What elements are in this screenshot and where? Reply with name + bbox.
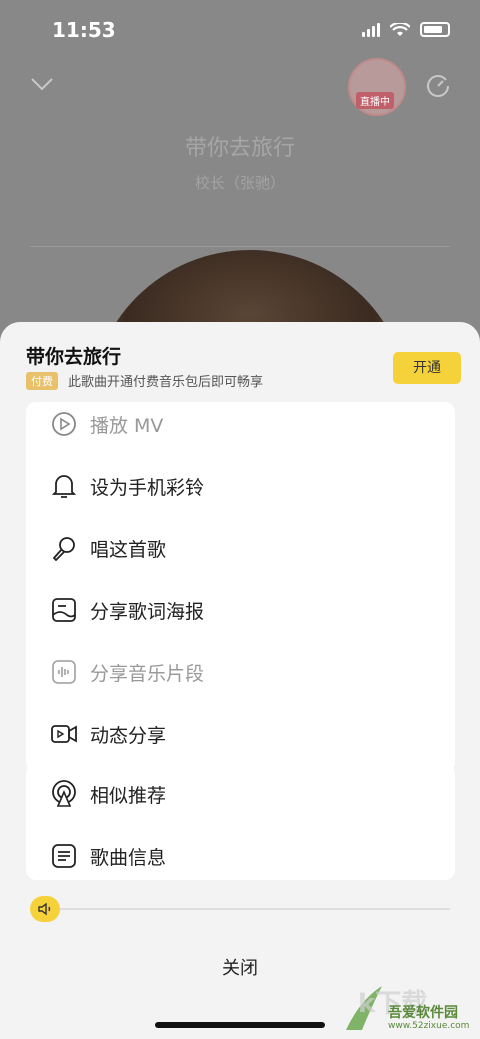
home-indicator bbox=[155, 1022, 325, 1028]
volume-track[interactable] bbox=[60, 908, 450, 910]
divider bbox=[30, 246, 450, 247]
more-actions-sheet: 带你去旅行 付费 此歌曲开通付费音乐包后即可畅享 开通 播放 MV 设为手机彩铃… bbox=[0, 322, 480, 1039]
battery-icon bbox=[420, 22, 450, 37]
menu-item-label: 分享歌词海报 bbox=[90, 600, 205, 623]
watermark-url: www.52zixue.com bbox=[388, 1021, 470, 1031]
menu-item-label: 唱这首歌 bbox=[90, 538, 167, 561]
chevron-down-icon[interactable] bbox=[30, 76, 54, 92]
status-icons bbox=[362, 22, 450, 37]
menu-item-share-lyrics-poster[interactable]: 分享歌词海报 bbox=[26, 580, 455, 640]
bell-icon bbox=[50, 472, 78, 500]
menu-item-play-mv[interactable]: 播放 MV bbox=[26, 402, 455, 454]
paid-description: 此歌曲开通付费音乐包后即可畅享 bbox=[68, 375, 264, 390]
play-icon bbox=[50, 410, 78, 438]
menu-card-secondary: 相似推荐 歌曲信息 bbox=[26, 764, 455, 880]
open-subscription-button[interactable]: 开通 bbox=[393, 352, 461, 384]
menu-item-label: 动态分享 bbox=[90, 724, 167, 747]
menu-item-label: 播放 MV bbox=[90, 414, 164, 437]
menu-item-label: 设为手机彩铃 bbox=[90, 476, 205, 499]
menu-card-primary: 播放 MV 设为手机彩铃 唱这首歌 分享歌词海报 分享音乐片段 动态分享 bbox=[26, 402, 455, 772]
paid-badge: 付费 bbox=[26, 372, 58, 390]
signal-icon bbox=[362, 22, 380, 37]
close-button[interactable]: 关闭 bbox=[0, 954, 480, 980]
player-song-title: 带你去旅行 bbox=[184, 136, 295, 161]
poster-icon bbox=[50, 596, 78, 624]
status-time: 11:53 bbox=[52, 18, 116, 42]
menu-item-label: 相似推荐 bbox=[90, 784, 167, 807]
video-icon bbox=[50, 720, 78, 748]
speaker-icon bbox=[38, 902, 51, 916]
menu-item-label: 分享音乐片段 bbox=[90, 662, 205, 685]
menu-item-label: 歌曲信息 bbox=[90, 846, 167, 869]
wifi-icon bbox=[390, 22, 410, 36]
refresh-icon[interactable] bbox=[424, 72, 452, 100]
player-artist: 校长（张驰） bbox=[194, 174, 285, 192]
live-badge: 直播中 bbox=[356, 92, 394, 109]
volume-knob[interactable] bbox=[30, 896, 60, 922]
menu-item-song-info[interactable]: 歌曲信息 bbox=[26, 826, 455, 886]
watermark-title: 吾爱软件园 bbox=[388, 1005, 458, 1021]
microphone-icon bbox=[50, 534, 78, 562]
sheet-song-title: 带你去旅行 bbox=[26, 346, 122, 368]
radar-icon bbox=[50, 780, 78, 808]
menu-item-set-ringtone[interactable]: 设为手机彩铃 bbox=[26, 456, 455, 516]
audio-wave-icon bbox=[50, 658, 78, 686]
document-icon bbox=[50, 842, 78, 870]
menu-item-share-music-clip[interactable]: 分享音乐片段 bbox=[26, 642, 455, 702]
menu-item-dynamic-share[interactable]: 动态分享 bbox=[26, 704, 455, 764]
status-bar: 11:53 bbox=[0, 0, 480, 60]
volume-slider[interactable] bbox=[30, 896, 450, 922]
menu-item-sing-song[interactable]: 唱这首歌 bbox=[26, 518, 455, 578]
menu-item-similar-recommend[interactable]: 相似推荐 bbox=[26, 764, 455, 824]
